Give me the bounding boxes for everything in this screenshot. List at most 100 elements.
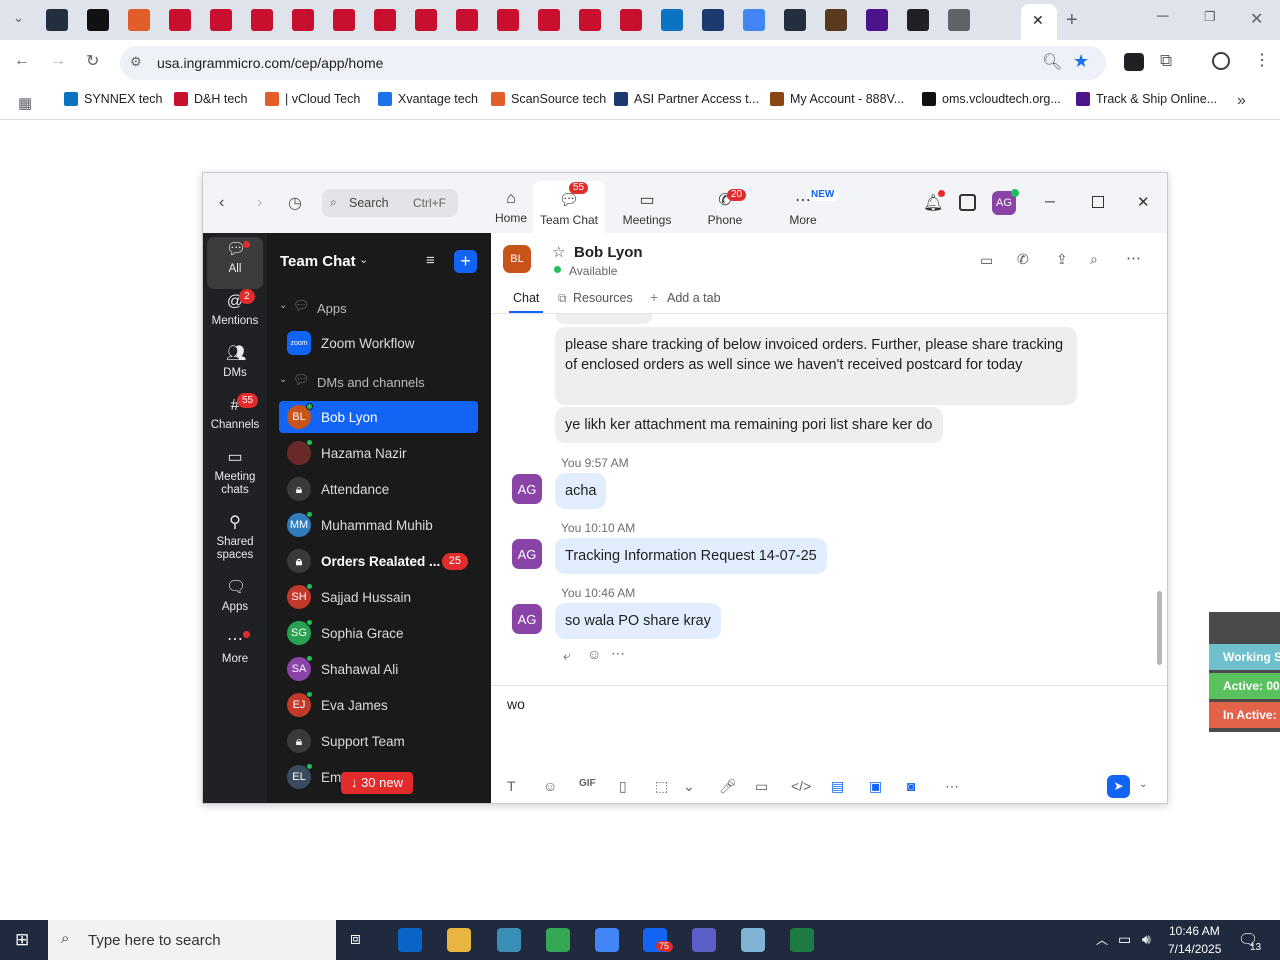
- clock-time[interactable]: 10:46 AM: [1169, 924, 1220, 938]
- google-tab-icon[interactable]: [743, 9, 765, 31]
- forward-icon[interactable]: ›: [257, 194, 262, 212]
- apps-grid-icon[interactable]: ▦: [18, 94, 32, 112]
- compose-input[interactable]: wo: [507, 696, 1147, 756]
- collapse-dms-chevron-icon[interactable]: ⌄: [279, 374, 287, 385]
- nav-tab-more[interactable]: ⋯ More NEW: [769, 185, 839, 229]
- url-box[interactable]: ⚙ usa.ingrammicro.com/cep/app/home 🔍︎ ★: [120, 46, 1106, 80]
- message-bubble[interactable]: acha: [555, 473, 607, 509]
- sidebar-item-hazama-nazir[interactable]: Hazama Nazir: [279, 437, 478, 469]
- bookmark-item[interactable]: D&H tech: [174, 92, 248, 106]
- vpn-extension-icon[interactable]: [1124, 53, 1144, 71]
- search-box[interactable]: ⌕ Search Ctrl+F: [322, 189, 458, 217]
- dh-tab-icon[interactable]: [579, 9, 601, 31]
- message-bubble[interactable]: Tracking Information Request 14-07-25: [555, 538, 827, 574]
- dh-tab-icon[interactable]: [251, 9, 273, 31]
- close-window-icon[interactable]: ✕: [1250, 9, 1263, 29]
- bookmark-star-icon[interactable]: ★: [1073, 51, 1089, 72]
- rail-item-channels[interactable]: # Channels 55: [207, 393, 263, 432]
- message-bubble[interactable]: ye likh ker attachment ma remaining pori…: [555, 407, 943, 443]
- ec-tab-icon[interactable]: [661, 9, 683, 31]
- tray-chevron-icon[interactable]: ︿: [1096, 931, 1108, 948]
- tab-search-chevron-icon[interactable]: ⌄: [13, 10, 24, 26]
- nav-tab-phone[interactable]: ✆ Phone 20: [691, 185, 759, 229]
- openai-tab-icon[interactable]: [907, 9, 929, 31]
- active-tab[interactable]: ✕: [1021, 4, 1057, 40]
- dh-tab-icon[interactable]: [374, 9, 396, 31]
- volume-icon[interactable]: 🔊︎: [1142, 931, 1151, 948]
- teams-icon[interactable]: [692, 928, 716, 952]
- dh-tab-icon[interactable]: [169, 9, 191, 31]
- maximize-icon[interactable]: [1092, 196, 1104, 208]
- avatar[interactable]: AG: [512, 604, 542, 634]
- send-options-chevron-icon[interactable]: ⌄: [1139, 779, 1147, 790]
- send-button[interactable]: ➤: [1107, 775, 1130, 798]
- scansource-tab-icon[interactable]: [128, 9, 150, 31]
- profile-icon[interactable]: [1212, 52, 1230, 70]
- file-icon[interactable]: ▯: [619, 778, 627, 795]
- more-options-icon[interactable]: ⋯: [1126, 249, 1141, 267]
- rail-item-all[interactable]: 💬︎ All: [207, 241, 263, 276]
- sidebar-item-orders-realated[interactable]: 🔒︎ Orders Realated ... 25: [279, 545, 478, 577]
- more-actions-icon[interactable]: ⋯: [611, 645, 625, 662]
- more-icon[interactable]: ⋯: [945, 778, 959, 795]
- search-icon[interactable]: ⌕: [1090, 251, 1098, 268]
- bookmark-item[interactable]: Xvantage tech: [378, 92, 478, 106]
- restore-window-icon[interactable]: ❐: [1204, 9, 1216, 25]
- taskbar-search[interactable]: ⌕ Type here to search: [48, 920, 336, 960]
- rail-item-mentions[interactable]: @ Mentions 2: [207, 289, 263, 328]
- sidebar-item-bob-lyon[interactable]: BL Bob Lyon: [279, 401, 478, 433]
- amazon-tab-icon[interactable]: [784, 9, 806, 31]
- bookmark-item[interactable]: Track & Ship Online...: [1076, 92, 1217, 106]
- reload-icon[interactable]: ↻: [86, 51, 99, 71]
- ups-tab-icon[interactable]: [825, 9, 847, 31]
- gif-icon[interactable]: GIF: [579, 778, 596, 789]
- sidebar-item-zoom-workflow[interactable]: zoom Zoom Workflow: [279, 327, 478, 359]
- sidebar-title[interactable]: Team Chat: [280, 253, 356, 270]
- start-icon[interactable]: ⊞: [15, 930, 29, 950]
- tab-resources[interactable]: Resources: [573, 291, 633, 305]
- bookmark-item[interactable]: My Account - 888V...: [770, 92, 904, 106]
- bookmark-item[interactable]: oms.vcloudtech.org...: [922, 92, 1061, 106]
- code-icon[interactable]: </>: [791, 778, 811, 794]
- nav-tab-team-chat[interactable]: 💬︎ Team Chat 55: [533, 181, 605, 233]
- sidebar-item-eva-james[interactable]: EJ Eva James: [279, 689, 478, 721]
- minimize-window-icon[interactable]: ─: [1157, 8, 1168, 26]
- dh-tab-icon[interactable]: [333, 9, 355, 31]
- microphone-icon[interactable]: 🎤︎: [719, 778, 737, 795]
- nav-tab-meetings[interactable]: ▭ Meetings: [613, 185, 681, 229]
- scrollbar[interactable]: [1157, 591, 1162, 665]
- apps-section-label[interactable]: Apps: [317, 301, 347, 316]
- rail-item-meeting-chats[interactable]: ▭ Meeting chats: [207, 449, 263, 497]
- calendar-icon[interactable]: [959, 194, 976, 211]
- avatar[interactable]: BL: [503, 245, 531, 273]
- tab-add[interactable]: Add a tab: [667, 291, 721, 305]
- sidebar-item-attendance[interactable]: 🔒︎ Attendance: [279, 473, 478, 505]
- search-icon[interactable]: 🔍︎: [1042, 52, 1062, 72]
- message-bubble[interactable]: [555, 314, 653, 324]
- app-icon[interactable]: ▤: [831, 778, 844, 795]
- emoji-reaction-icon[interactable]: ☺: [587, 646, 601, 662]
- sidebar-item-support-team[interactable]: 🔒︎ Support Team: [279, 725, 478, 757]
- reply-icon[interactable]: ⤶: [563, 647, 571, 664]
- new-messages-pill[interactable]: ↓ 30 new: [341, 772, 413, 794]
- avatar[interactable]: AG: [512, 474, 542, 504]
- rail-item-dms[interactable]: 👥︎ DMs: [207, 345, 263, 380]
- url-text[interactable]: usa.ingrammicro.com/cep/app/home: [157, 55, 383, 71]
- chrome-icon[interactable]: [546, 928, 570, 952]
- collapse-apps-chevron-icon[interactable]: ⌄: [279, 300, 287, 311]
- menu-icon[interactable]: ⋮: [1254, 50, 1270, 70]
- amazon-tab-icon[interactable]: [46, 9, 68, 31]
- excel-icon[interactable]: [790, 928, 814, 952]
- app-icon[interactable]: [497, 928, 521, 952]
- minimize-icon[interactable]: ─: [1045, 193, 1055, 209]
- fedex-tab-icon[interactable]: [866, 9, 888, 31]
- dh-tab-icon[interactable]: [292, 9, 314, 31]
- forward-icon[interactable]: →: [50, 52, 66, 70]
- filter-icon[interactable]: ≡: [426, 252, 435, 269]
- star-icon[interactable]: ☆: [552, 243, 565, 261]
- sidebar-item-sajjad-hussain[interactable]: SH Sajjad Hussain: [279, 581, 478, 613]
- sidebar-item-muhammad-muhib[interactable]: MM Muhammad Muhib: [279, 509, 478, 541]
- dh-tab-icon[interactable]: [497, 9, 519, 31]
- format-text-icon[interactable]: T: [507, 778, 516, 794]
- dh-tab-icon[interactable]: [538, 9, 560, 31]
